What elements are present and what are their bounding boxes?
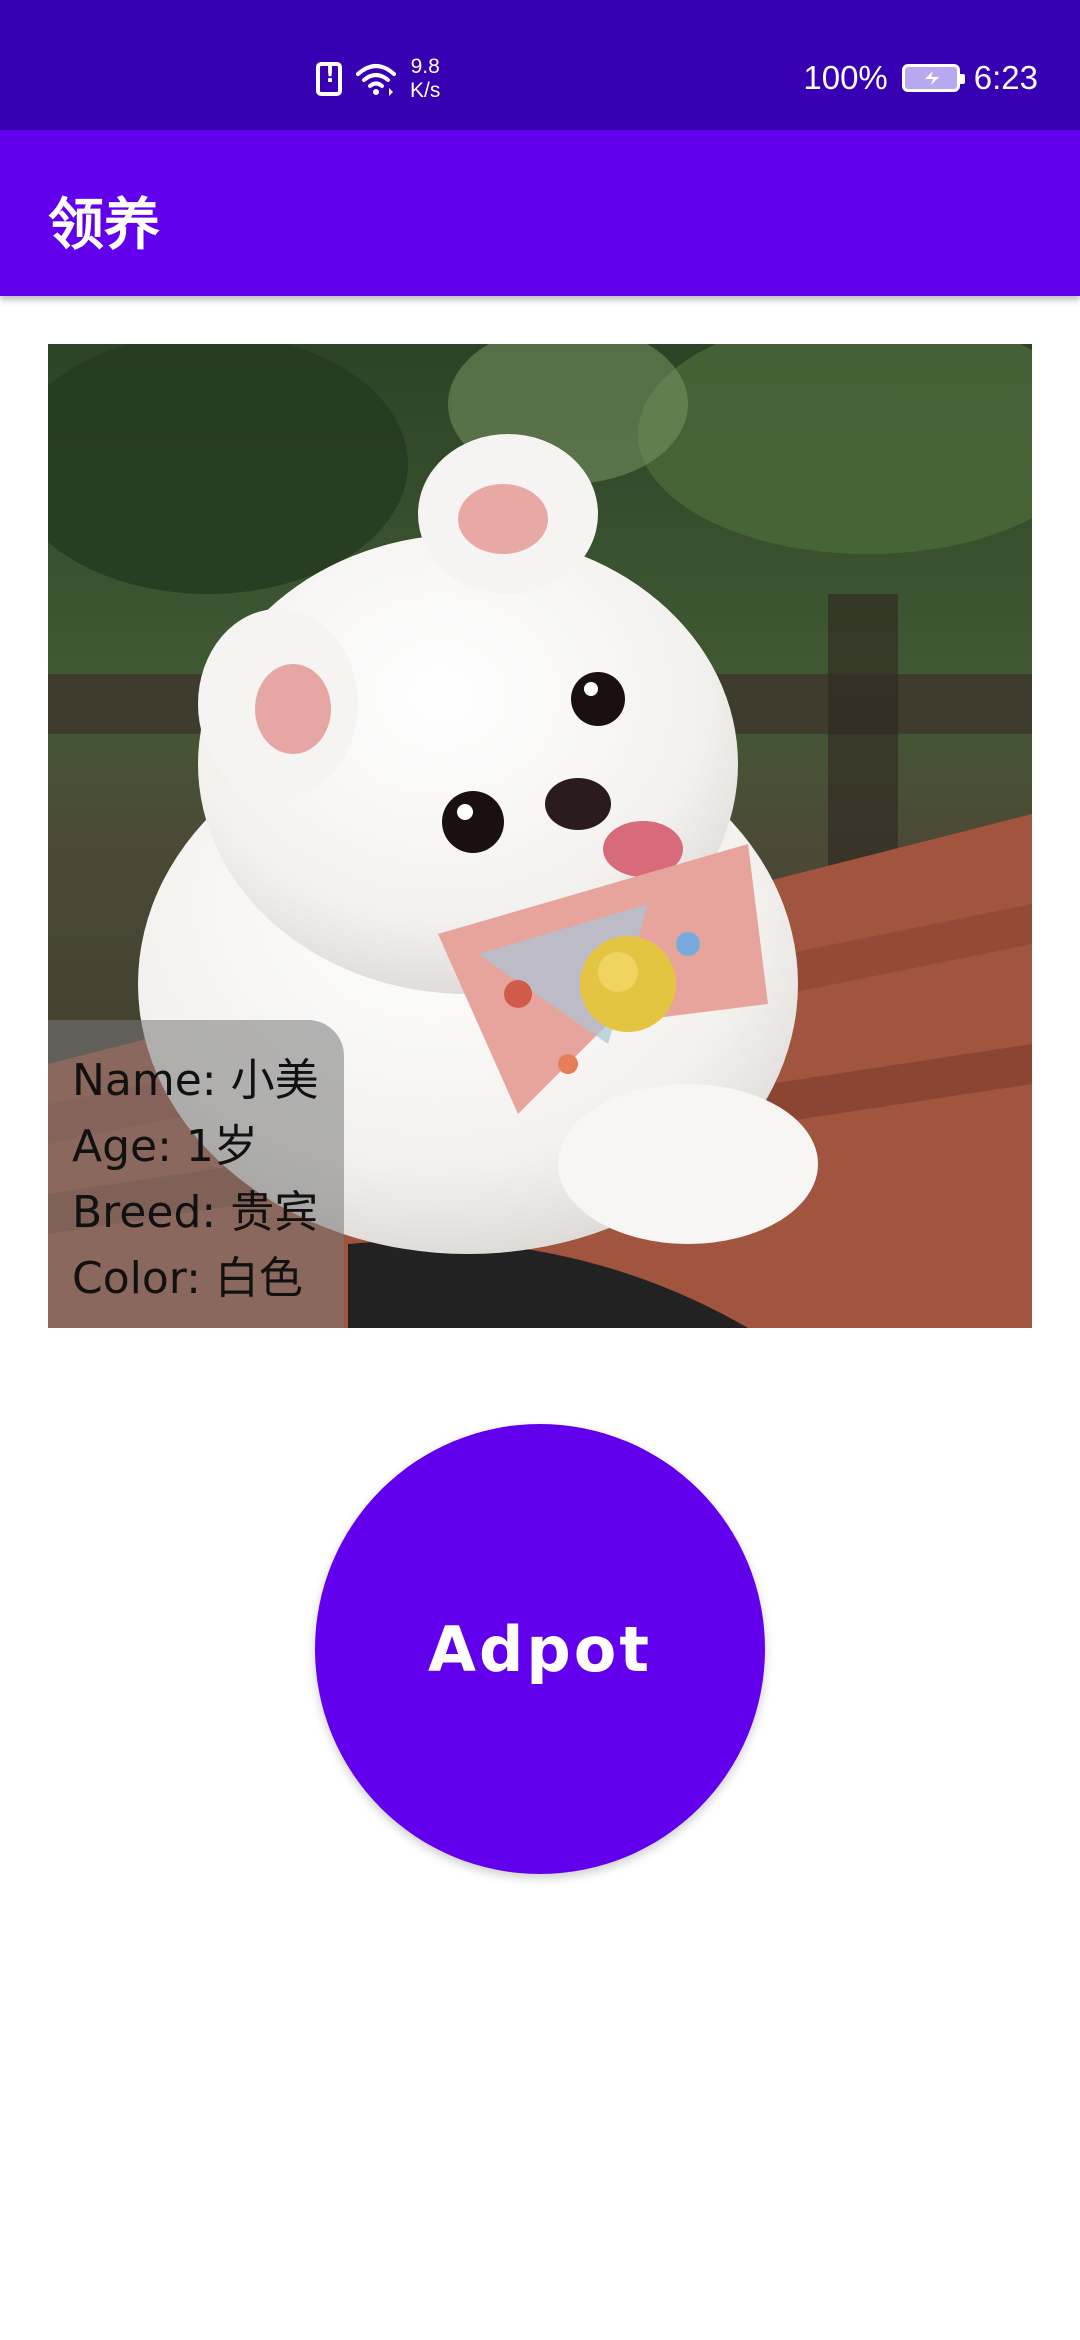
pet-info-panel: Name: 小美 Age: 1岁 Breed: 贵宾 Color: 白色 <box>48 1020 344 1328</box>
battery-charging-icon <box>901 64 965 92</box>
adopt-button[interactable]: Adpot <box>315 1424 765 1874</box>
battery-percent: 100% <box>803 59 888 96</box>
network-speed-unit: K/s <box>410 79 441 102</box>
clock: 6:23 <box>973 59 1038 96</box>
app-bar: 领养 <box>0 130 1080 296</box>
wifi-icon <box>356 64 396 96</box>
status-bar-right: 100% 6:23 <box>803 50 1038 106</box>
pet-color: Color: 白色 <box>72 1253 303 1304</box>
pet-card: Name: 小美 Age: 1岁 Breed: 贵宾 Color: 白色 <box>48 344 1032 1328</box>
network-speed: 9.8 K/s <box>410 55 440 103</box>
status-bar-center: 9.8 K/s <box>316 52 440 106</box>
sim-alert-icon <box>316 62 342 96</box>
network-speed-value: 9.8 <box>410 55 440 78</box>
pet-age: Age: 1岁 <box>72 1121 258 1172</box>
adopt-button-label: Adpot <box>428 1612 652 1686</box>
pet-name: Name: 小美 <box>72 1055 319 1106</box>
pet-breed: Breed: 贵宾 <box>72 1187 319 1238</box>
status-bar: 9.8 K/s 100% 6:23 <box>0 0 1080 130</box>
page-title: 领养 <box>48 193 160 258</box>
